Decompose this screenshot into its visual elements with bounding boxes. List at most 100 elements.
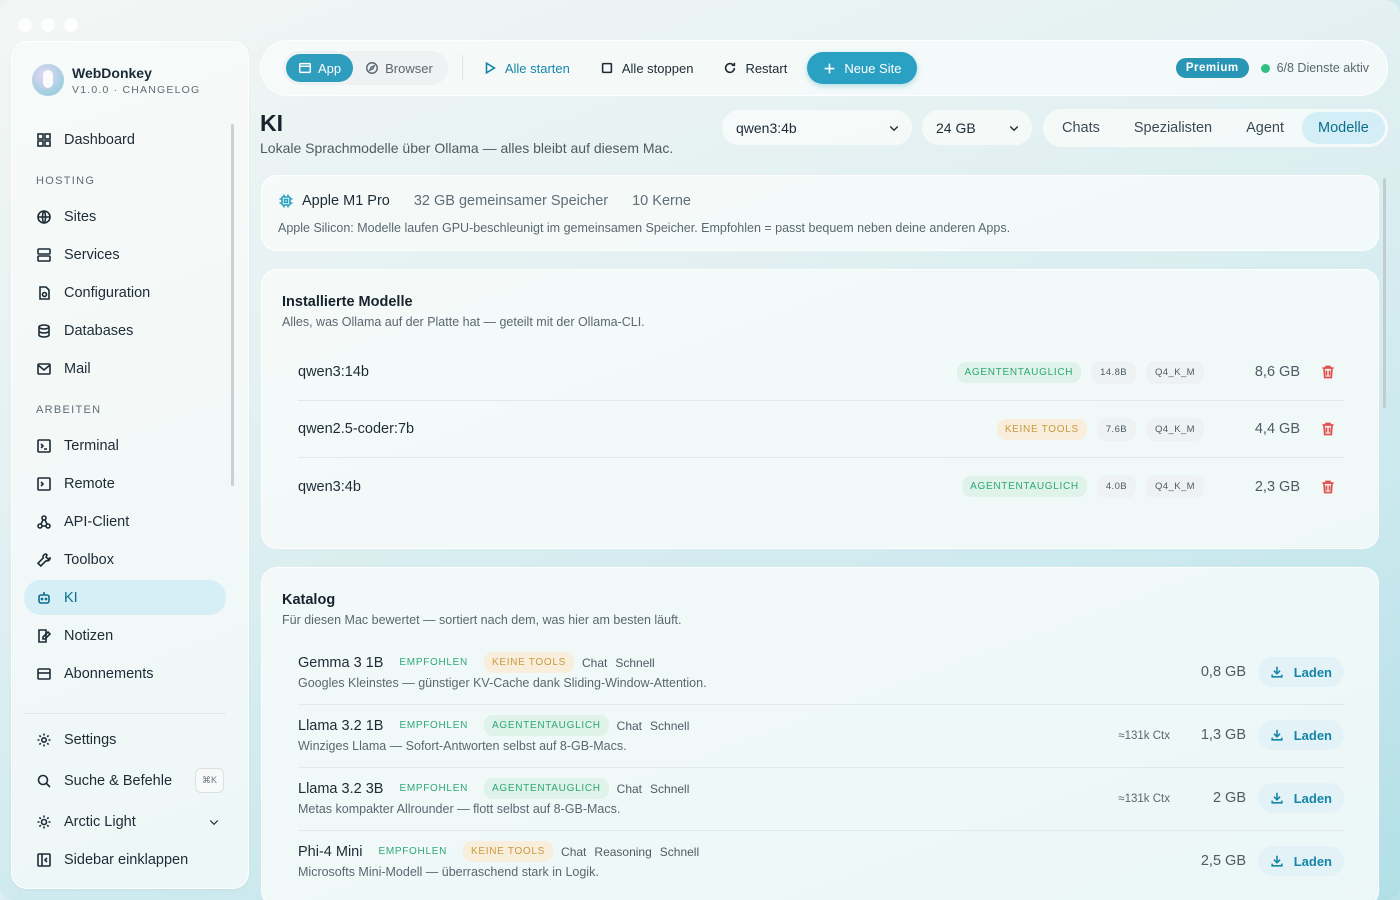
sidebar-item-label: Terminal [64, 437, 119, 454]
model-size: 1,3 GB [1200, 727, 1246, 743]
play-icon [485, 61, 496, 75]
load-model-button[interactable]: Laden [1257, 783, 1344, 813]
model-description: Winziges Llama — Sofort-Antworten selbst… [298, 739, 627, 753]
sidebar-collapse-icon [37, 852, 51, 867]
minimize-window-button[interactable] [41, 18, 55, 32]
installed-title: Installierte Modelle [282, 294, 413, 310]
sidebar-item-databases[interactable]: Databases [24, 313, 226, 348]
webhook-icon [37, 514, 51, 529]
load-model-button[interactable]: Laden [1257, 720, 1344, 750]
theme-label: Arctic Light [64, 813, 136, 830]
sidebar-item-abonnements[interactable]: Abonnements [24, 656, 226, 691]
sidebar-item-label: Suche & Befehle [64, 772, 173, 789]
trash-icon[interactable] [1320, 364, 1336, 380]
app-window-icon [299, 62, 311, 74]
sidebar-item-label: Configuration [64, 284, 151, 301]
sidebar-item-dashboard[interactable]: Dashboard [24, 122, 226, 157]
toolbar-divider [461, 55, 463, 81]
search-icon [37, 774, 51, 788]
sidebar-item-label: Notizen [64, 627, 114, 644]
mode-browser-label: Browser [385, 60, 433, 76]
brand[interactable]: WebDonkey V1.0.0 · CHANGELOG [32, 64, 200, 96]
sidebar-item-remote[interactable]: Remote [24, 466, 226, 501]
gear-icon [37, 733, 51, 746]
hardware-note: Apple Silicon: Modelle laufen GPU-beschl… [278, 221, 1011, 235]
search-commands-button[interactable]: Suche & Befehle ⌘K [24, 763, 226, 798]
memory-select[interactable]: 24 GB [922, 110, 1032, 145]
catalog-model-row[interactable]: Llama 3.2 1B EMPFOHLEN AGENTENTAUGLICH C… [298, 705, 1344, 768]
stop-all-button[interactable]: Alle stoppen [600, 61, 693, 76]
app-version[interactable]: V1.0.0 · CHANGELOG [72, 84, 200, 96]
sidebar-item-label: Toolbox [64, 551, 114, 568]
sidebar-item-configuration[interactable]: Configuration [24, 275, 226, 310]
restart-label: Restart [745, 60, 788, 76]
start-all-label: Alle starten [504, 60, 570, 76]
load-model-button[interactable]: Laden [1257, 657, 1344, 687]
installed-model-row[interactable]: qwen3:14b AGENTENTAUGLICH 14.8B Q4_K_M 8… [298, 344, 1344, 401]
new-site-label: Neue Site [844, 60, 902, 76]
content-scrollbar[interactable] [1383, 178, 1386, 408]
catalog-model-row[interactable]: Llama 3.2 3B EMPFOHLEN AGENTENTAUGLICH C… [298, 768, 1344, 831]
sidebar-item-sites[interactable]: Sites [24, 199, 226, 234]
model-tag: Chat [616, 718, 643, 733]
sidebar-item-label: Mail [64, 360, 91, 377]
sidebar-item-services[interactable]: Services [24, 237, 226, 272]
sidebar-item-label: Abonnements [64, 665, 154, 682]
sidebar-item-api-client[interactable]: API-Client [24, 504, 226, 539]
page-subtitle: Lokale Sprachmodelle über Ollama — alles… [260, 140, 674, 156]
recommended-badge: EMPFOHLEN [399, 783, 468, 794]
collapse-sidebar-button[interactable]: Sidebar einklappen [24, 842, 226, 877]
sidebar-scrollbar[interactable] [231, 124, 234, 486]
sidebar-item-toolbox[interactable]: Toolbox [24, 542, 226, 577]
model-description: Microsofts Mini-Modell — überraschend st… [298, 865, 599, 879]
remote-terminal-icon [37, 476, 51, 491]
tab-agent[interactable]: Agent [1230, 112, 1300, 144]
chevron-down-icon [1009, 125, 1019, 131]
memory-select-value: 24 GB [936, 119, 976, 136]
close-window-button[interactable] [18, 18, 32, 32]
model-name: Gemma 3 1B [298, 654, 384, 671]
sidebar-item-notizen[interactable]: Notizen [24, 618, 226, 653]
zoom-window-button[interactable] [64, 18, 78, 32]
database-icon [38, 323, 50, 338]
restart-button[interactable]: Restart [723, 61, 787, 76]
tab-spezialisten[interactable]: Spezialisten [1118, 112, 1228, 144]
sidebar-item-label: Remote [64, 475, 115, 492]
model-name: Phi-4 Mini [298, 843, 363, 860]
download-icon [1271, 666, 1283, 678]
catalog-model-row[interactable]: Gemma 3 1B EMPFOHLEN KEINE TOOLS Chat Sc… [298, 642, 1344, 705]
globe-icon [37, 209, 51, 224]
model-size: 2 GB [1212, 790, 1246, 806]
model-select[interactable]: qwen3:4b [722, 110, 912, 145]
model-size: 2,5 GB [1200, 853, 1246, 869]
installed-subtitle: Alles, was Ollama auf der Platte hat — g… [282, 315, 645, 329]
trash-icon[interactable] [1320, 479, 1336, 495]
load-model-button[interactable]: Laden [1257, 846, 1344, 876]
capability-badge: KEINE TOOLS [996, 418, 1087, 440]
model-size: 8,6 GB [1254, 364, 1300, 380]
mode-app-button[interactable]: App [286, 54, 354, 82]
sidebar: WebDonkey V1.0.0 · CHANGELOG Dashboard H… [11, 41, 249, 889]
sidebar-item-terminal[interactable]: Terminal [24, 428, 226, 463]
catalog-model-row[interactable]: Phi-4 Mini EMPFOHLEN KEINE TOOLS Chat Re… [298, 831, 1344, 894]
hardware-card: Apple M1 Pro 32 GB gemeinsamer Speicher … [261, 175, 1379, 251]
model-tag: Chat [561, 844, 587, 859]
capability-badge: AGENTENTAUGLICH [956, 361, 1082, 383]
app-name: WebDonkey [72, 64, 152, 81]
tab-chats[interactable]: Chats [1046, 112, 1116, 144]
trash-icon[interactable] [1320, 421, 1336, 437]
installed-model-row[interactable]: qwen3:4b AGENTENTAUGLICH 4.0B Q4_K_M 2,3… [298, 458, 1344, 515]
start-all-button[interactable]: Alle starten [483, 61, 570, 76]
new-site-button[interactable]: Neue Site [807, 52, 918, 84]
sidebar-item-mail[interactable]: Mail [24, 351, 226, 386]
model-name: qwen3:14b [298, 364, 369, 380]
theme-select[interactable]: Arctic Light [24, 804, 226, 839]
mode-browser-button[interactable]: Browser [353, 54, 445, 82]
sidebar-item-settings[interactable]: Settings [24, 722, 226, 757]
sidebar-item-label: Sites [64, 208, 97, 225]
tab-modelle[interactable]: Modelle [1301, 112, 1385, 144]
capability-badge: AGENTENTAUGLICH [962, 476, 1087, 497]
params-pill: 14.8B [1091, 360, 1136, 384]
sidebar-item-ki[interactable]: KI [24, 580, 226, 615]
installed-model-row[interactable]: qwen2.5-coder:7b KEINE TOOLS 7.6B Q4_K_M… [298, 401, 1344, 458]
